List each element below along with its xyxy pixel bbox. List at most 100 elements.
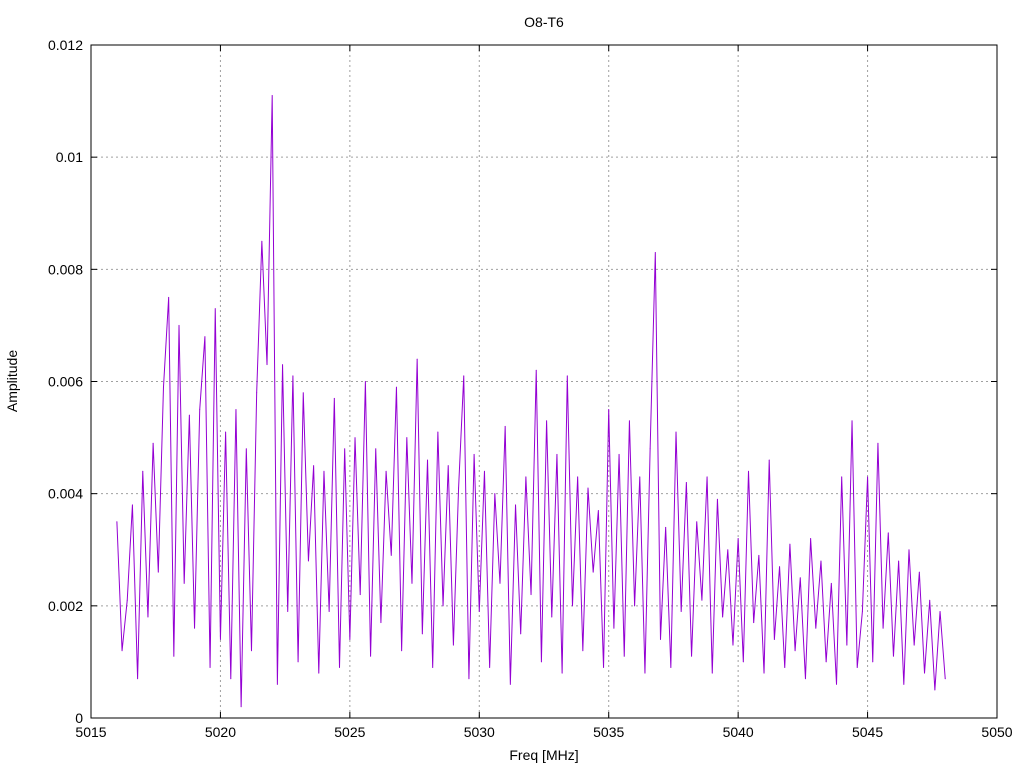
data-point	[364, 381, 366, 382]
data-point	[887, 532, 889, 534]
x-tick-label: 5035	[593, 724, 624, 740]
data-point	[292, 375, 294, 377]
data-point	[437, 431, 439, 433]
y-axis-label: Amplitude	[4, 350, 20, 412]
data-point	[235, 409, 237, 411]
y-tick-label: 0.002	[48, 598, 83, 614]
data-point	[385, 470, 387, 472]
data-point	[789, 543, 791, 545]
data-point	[628, 420, 630, 422]
y-tick-label: 0.006	[48, 374, 83, 390]
data-point	[691, 655, 693, 657]
data-point	[804, 678, 806, 680]
data-point	[509, 683, 511, 685]
data-point	[318, 672, 320, 674]
chart: O8-T6 5015 5020 5025 5030 5035 5040 5045 5050 0 0…	[4, 14, 1013, 763]
data-point	[219, 638, 221, 640]
data-point	[354, 437, 356, 439]
data-point	[489, 667, 491, 669]
data-point	[344, 448, 346, 450]
data-point	[375, 448, 377, 450]
y-tick-label: 0.004	[48, 486, 83, 502]
data-point	[577, 476, 579, 478]
data-point	[716, 498, 718, 500]
data-point	[903, 683, 905, 685]
data-point	[204, 336, 206, 338]
data-point	[157, 571, 159, 573]
data-point	[763, 672, 765, 674]
data-point	[856, 667, 858, 669]
data-point	[587, 487, 589, 489]
data-point	[504, 425, 506, 427]
data-point	[380, 622, 382, 624]
data-point	[944, 678, 946, 680]
data-point	[556, 453, 558, 455]
data-point	[442, 605, 444, 607]
data-point	[820, 560, 822, 562]
data-point	[737, 538, 739, 540]
data-point	[328, 610, 330, 612]
data-point	[882, 627, 884, 629]
data-point	[463, 375, 465, 377]
data-point	[401, 650, 403, 652]
data-point	[209, 667, 211, 669]
data-point	[582, 650, 584, 652]
data-point	[535, 369, 537, 371]
data-point	[297, 661, 299, 663]
data-point	[266, 364, 268, 366]
data-point	[711, 672, 713, 674]
data-point	[188, 414, 190, 416]
data-point	[245, 448, 247, 450]
data-point	[727, 549, 729, 551]
data-point	[597, 509, 599, 511]
data-point	[271, 94, 273, 96]
data-point	[173, 655, 175, 657]
data-point	[799, 577, 801, 579]
data-point	[639, 476, 641, 478]
data-point	[706, 476, 708, 478]
data-point	[240, 706, 242, 708]
data-point	[126, 599, 128, 601]
data-point	[370, 655, 372, 657]
data-point	[654, 252, 656, 254]
data-point	[194, 627, 196, 629]
data-point	[525, 476, 527, 478]
data-point	[390, 554, 392, 556]
data-point	[302, 392, 304, 394]
data-point	[323, 470, 325, 472]
data-point	[929, 599, 931, 601]
data-point	[773, 638, 775, 640]
y-tick-label: 0	[75, 710, 83, 726]
x-tick-label: 5030	[464, 724, 495, 740]
data-point	[427, 459, 429, 461]
data-point	[313, 465, 315, 467]
data-point	[168, 296, 170, 298]
data-point	[349, 638, 351, 640]
x-tick-label: 5020	[205, 724, 236, 740]
data-point	[939, 610, 941, 612]
data-point	[473, 453, 475, 455]
data-point	[830, 582, 832, 584]
data-point	[825, 661, 827, 663]
data-point	[137, 678, 139, 680]
data-point	[147, 616, 149, 618]
data-point	[162, 386, 164, 388]
data-point	[665, 526, 667, 528]
data-point	[261, 240, 263, 242]
data-point	[867, 476, 869, 478]
data-point	[540, 661, 542, 663]
data-point	[934, 689, 936, 691]
data-point	[142, 470, 144, 472]
data-point	[561, 672, 563, 674]
data-point	[116, 521, 118, 523]
data-point	[722, 616, 724, 618]
data-point	[468, 678, 470, 680]
data-point	[659, 638, 661, 640]
x-tick-label: 5050	[981, 724, 1012, 740]
data-point	[214, 308, 216, 310]
data-point	[742, 661, 744, 663]
data-point	[131, 504, 133, 506]
data-point	[644, 672, 646, 674]
data-point	[121, 650, 123, 652]
data-point	[836, 683, 838, 685]
